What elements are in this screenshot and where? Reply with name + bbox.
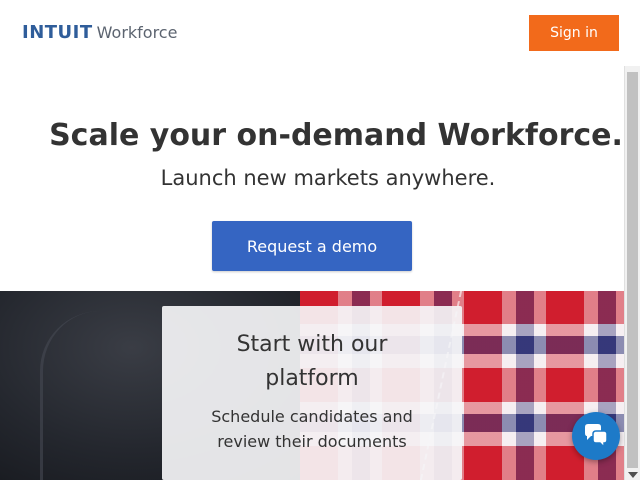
site-header: INTUIT Workforce Sign in <box>0 0 640 66</box>
card-description: Schedule candidates and review their doc… <box>162 404 462 454</box>
card-title: Start with our platform <box>162 328 462 396</box>
chat-bubbles-icon <box>585 424 608 449</box>
chat-button[interactable] <box>572 412 620 460</box>
sign-in-button[interactable]: Sign in <box>529 15 619 51</box>
scrollbar-thumb[interactable] <box>627 72 638 468</box>
dark-fabric-fold <box>40 311 180 480</box>
hero-section: Scale your on-demand Workforce. Launch n… <box>0 66 624 291</box>
logo-brand-text: INTUIT <box>22 22 93 43</box>
card-title-line-1: Start with our <box>236 332 388 357</box>
platform-card: Start with our platform Schedule candida… <box>162 306 462 480</box>
intuit-workforce-logo[interactable]: INTUIT Workforce <box>22 22 177 44</box>
card-text-line-2: review their documents <box>217 432 407 451</box>
hero-title: Scale your on-demand Workforce. <box>49 118 623 153</box>
card-text-line-1: Schedule candidates and <box>211 407 413 426</box>
request-demo-button[interactable]: Request a demo <box>212 221 412 271</box>
logo-product-text: Workforce <box>96 23 178 42</box>
card-title-line-2: platform <box>265 366 359 391</box>
scroll-down-arrow-icon[interactable] <box>628 472 638 478</box>
hero-subtitle: Launch new markets anywhere. <box>160 166 496 190</box>
card-cut-off-text: ... <box>162 472 462 480</box>
page-scrollbar[interactable] <box>624 66 640 480</box>
